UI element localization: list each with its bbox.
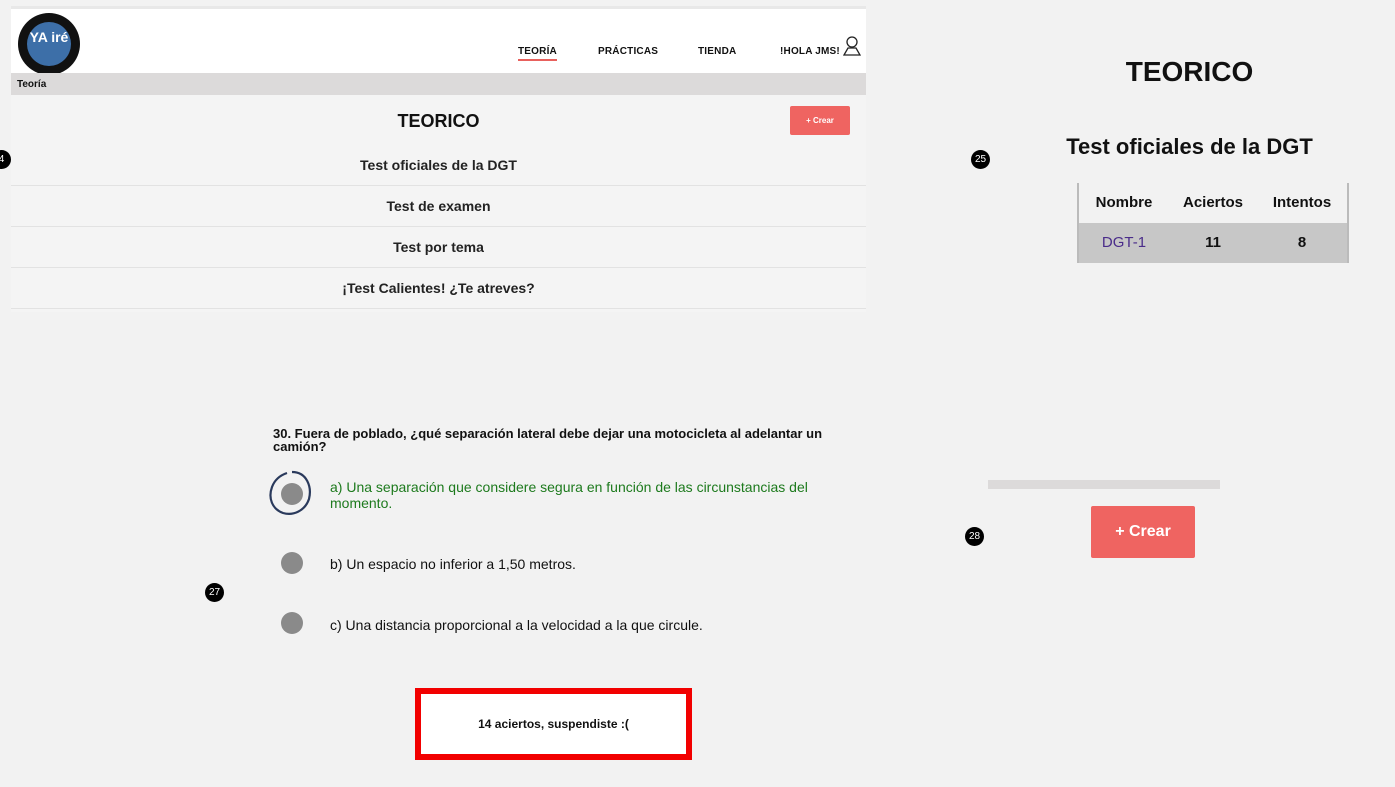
test-link-dgt-1[interactable]: DGT-1 (1079, 223, 1169, 263)
nav-practicas[interactable]: PRÁCTICAS (598, 46, 658, 57)
option-a-radio[interactable] (281, 483, 303, 505)
teoria-page-panel: YA iré TEORÍA PRÁCTICAS TIENDA !HOLA JMS… (11, 6, 866, 312)
header-aciertos: Aciertos (1182, 194, 1244, 211)
step-marker-4: 4 (0, 150, 11, 169)
nav-greeting[interactable]: !HOLA JMS! (780, 46, 840, 57)
step-marker-27: 27 (205, 583, 224, 602)
nav-tienda[interactable]: TIENDA (698, 46, 736, 57)
create-button[interactable]: + Crear (790, 106, 850, 135)
question-text: 30. Fuera de poblado, ¿qué separación la… (273, 426, 823, 454)
section-subtitle: Test oficiales de la DGT (1066, 134, 1313, 159)
header-bar (988, 480, 1220, 489)
menu-item-examen[interactable]: Test de examen (11, 186, 866, 227)
option-b-radio[interactable] (281, 552, 303, 574)
create-button-large[interactable]: + Crear (1091, 506, 1195, 558)
header-intentos: Intentos (1272, 194, 1332, 211)
dgt-tests-panel: TEORICO Test oficiales de la DGT Nombre … (992, 42, 1387, 278)
option-c-radio[interactable] (281, 612, 303, 634)
section-title: TEORICO (1125, 56, 1254, 87)
table-header-row: Nombre Aciertos Intentos (1079, 183, 1347, 223)
option-b-text[interactable]: b) Un espacio no inferior a 1,50 metros. (330, 556, 576, 572)
header-nombre: Nombre (1095, 194, 1153, 211)
cell-aciertos: 11 (1205, 234, 1221, 251)
menu-item-dgt[interactable]: Test oficiales de la DGT (11, 145, 866, 186)
step-marker-25: 25 (971, 150, 990, 169)
nav-teoria[interactable]: TEORÍA (518, 46, 557, 61)
step-marker-28: 28 (965, 527, 984, 546)
logo-text: YA iré (27, 22, 71, 66)
menu-item-calientes[interactable]: ¡Test Calientes! ¿Te atreves? (11, 268, 866, 309)
menu-item-tema[interactable]: Test por tema (11, 227, 866, 268)
create-button-panel: + Crear (988, 480, 1220, 590)
logo[interactable]: YA iré (18, 13, 80, 75)
option-c-text[interactable]: c) Una distancia proporcional a la veloc… (330, 617, 703, 633)
cell-intentos: 8 (1297, 234, 1307, 251)
question-panel: 30. Fuera de poblado, ¿qué separación la… (229, 413, 913, 768)
page-title: TEORICO (397, 111, 480, 131)
user-icon[interactable] (843, 36, 861, 56)
breadcrumb[interactable]: Teoría (11, 73, 866, 95)
table-row: DGT-1 11 8 (1079, 223, 1347, 263)
option-a-text[interactable]: a) Una separación que considere segura e… (330, 479, 850, 511)
result-message: 14 aciertos, suspendiste :( (415, 688, 692, 760)
results-table: Nombre Aciertos Intentos DGT-1 11 8 (1077, 183, 1349, 263)
top-navbar: YA iré TEORÍA PRÁCTICAS TIENDA !HOLA JMS… (11, 6, 866, 76)
